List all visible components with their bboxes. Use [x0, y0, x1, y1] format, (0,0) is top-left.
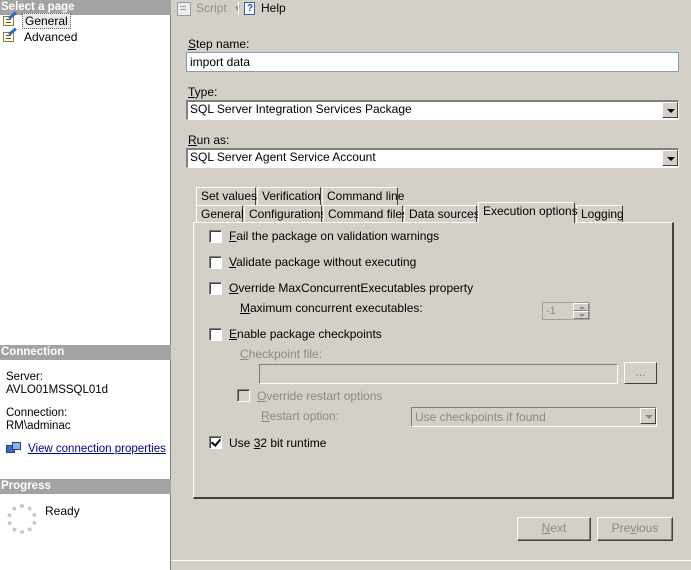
- tab-configurations[interactable]: Configurations: [244, 205, 326, 223]
- tab-command-line[interactable]: Command line: [322, 187, 404, 205]
- chevron-down-icon[interactable]: [662, 102, 678, 118]
- help-button[interactable]: ? Help: [242, 0, 286, 16]
- script-icon: [176, 1, 192, 16]
- page-item-label: Advanced: [24, 30, 78, 44]
- server-value: AVLO01MSSQL01d: [6, 384, 109, 396]
- view-connection-properties-row: View connection properties: [6, 441, 166, 457]
- type-select-value: SQL Server Integration Services Package: [190, 102, 412, 116]
- progress-header: Progress: [0, 479, 171, 494]
- execution-options-panel: [193, 222, 674, 499]
- use-32bit-runtime-checkbox[interactable]: [209, 436, 222, 449]
- tab-set-values[interactable]: Set values: [196, 187, 257, 205]
- progress-status: Ready: [45, 504, 80, 518]
- page-properties-icon: [2, 11, 18, 27]
- validate-only-checkbox[interactable]: [209, 256, 222, 269]
- connection-header: Connection: [0, 345, 171, 360]
- view-connection-properties-link[interactable]: View connection properties: [28, 443, 166, 455]
- connection-properties-icon: [6, 442, 22, 456]
- type-select[interactable]: SQL Server Integration Services Package: [186, 100, 679, 120]
- dialog-divider: [172, 560, 691, 561]
- type-label: Type:: [188, 85, 218, 99]
- step-name-input[interactable]: import data: [186, 52, 679, 72]
- left-pane: Select a page General Advanced Connectio…: [0, 0, 171, 570]
- page-item-general[interactable]: General: [2, 11, 71, 29]
- tab-execution-options[interactable]: Execution options: [478, 202, 578, 223]
- tab-general[interactable]: General: [196, 205, 244, 223]
- run-as-select-value: SQL Server Agent Service Account: [190, 150, 376, 164]
- server-label: Server:: [6, 371, 44, 383]
- toolbar: Script ▼ ? Help: [172, 0, 691, 18]
- script-label: Script: [196, 1, 227, 15]
- help-icon: ?: [242, 1, 258, 16]
- tab-command-files[interactable]: Command files: [323, 205, 408, 223]
- next-button[interactable]: Next: [517, 517, 591, 541]
- step-name-label: Step name:: [188, 37, 250, 51]
- run-as-select[interactable]: SQL Server Agent Service Account: [186, 148, 679, 168]
- page-item-label: General: [22, 13, 71, 29]
- chevron-down-icon[interactable]: [662, 150, 678, 166]
- connection-value: RM\adminac: [6, 420, 71, 432]
- tab-data-sources[interactable]: Data sources: [404, 205, 480, 223]
- progress-spinner-icon: [7, 504, 37, 534]
- connection-label: Connection:: [6, 407, 68, 419]
- tab-logging[interactable]: Logging: [576, 205, 624, 223]
- run-as-label: Run as:: [188, 133, 230, 147]
- help-label: Help: [261, 1, 286, 15]
- fail-on-warnings-checkbox[interactable]: [209, 230, 222, 243]
- script-button[interactable]: Script ▼: [176, 0, 242, 16]
- previous-button[interactable]: Previous: [597, 517, 673, 541]
- page-item-advanced[interactable]: Advanced: [2, 27, 79, 45]
- page-properties-icon: [2, 27, 18, 43]
- toolbar-separator: [238, 2, 239, 15]
- override-max-concurrent-checkbox[interactable]: [209, 282, 222, 295]
- tab-verification[interactable]: Verification: [257, 187, 321, 205]
- enable-checkpoints-checkbox[interactable]: [209, 328, 222, 341]
